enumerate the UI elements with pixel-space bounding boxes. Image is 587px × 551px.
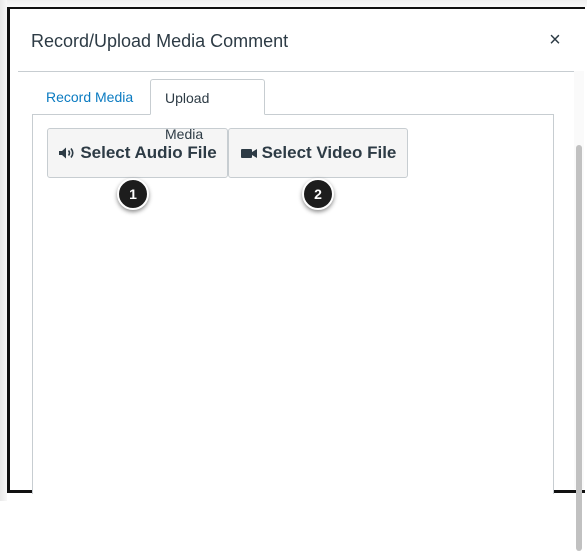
frame-border-left (7, 7, 10, 493)
dialog-header: Record/Upload Media Comment × (18, 9, 584, 72)
select-video-file-label: Select Video File (261, 143, 397, 162)
speaker-icon (58, 145, 76, 165)
dialog-title: Record/Upload Media Comment (31, 31, 289, 51)
callout-badge-2: 2 (302, 178, 334, 210)
dialog-scrollbar[interactable] (574, 71, 584, 551)
scrollbar-thumb[interactable] (576, 145, 582, 551)
video-camera-icon (240, 145, 258, 165)
select-video-file-button[interactable]: Select Video File (228, 128, 408, 178)
frame-shadow-top (0, 0, 587, 7)
screenshot-frame: Record/Upload Media Comment × Record Med… (0, 0, 587, 551)
tab-upload-media[interactable]: Upload Media (150, 79, 265, 142)
close-button[interactable]: × (546, 29, 564, 51)
media-tabs: Record Media Upload Media (32, 79, 552, 142)
media-comment-dialog: Record/Upload Media Comment × Record Med… (18, 9, 584, 551)
tab-record-media[interactable]: Record Media (32, 79, 147, 115)
callout-badge-1: 1 (117, 178, 149, 210)
frame-shadow-left (0, 0, 7, 501)
upload-media-panel: Select Audio File Select Video File 1 2 (32, 114, 554, 494)
